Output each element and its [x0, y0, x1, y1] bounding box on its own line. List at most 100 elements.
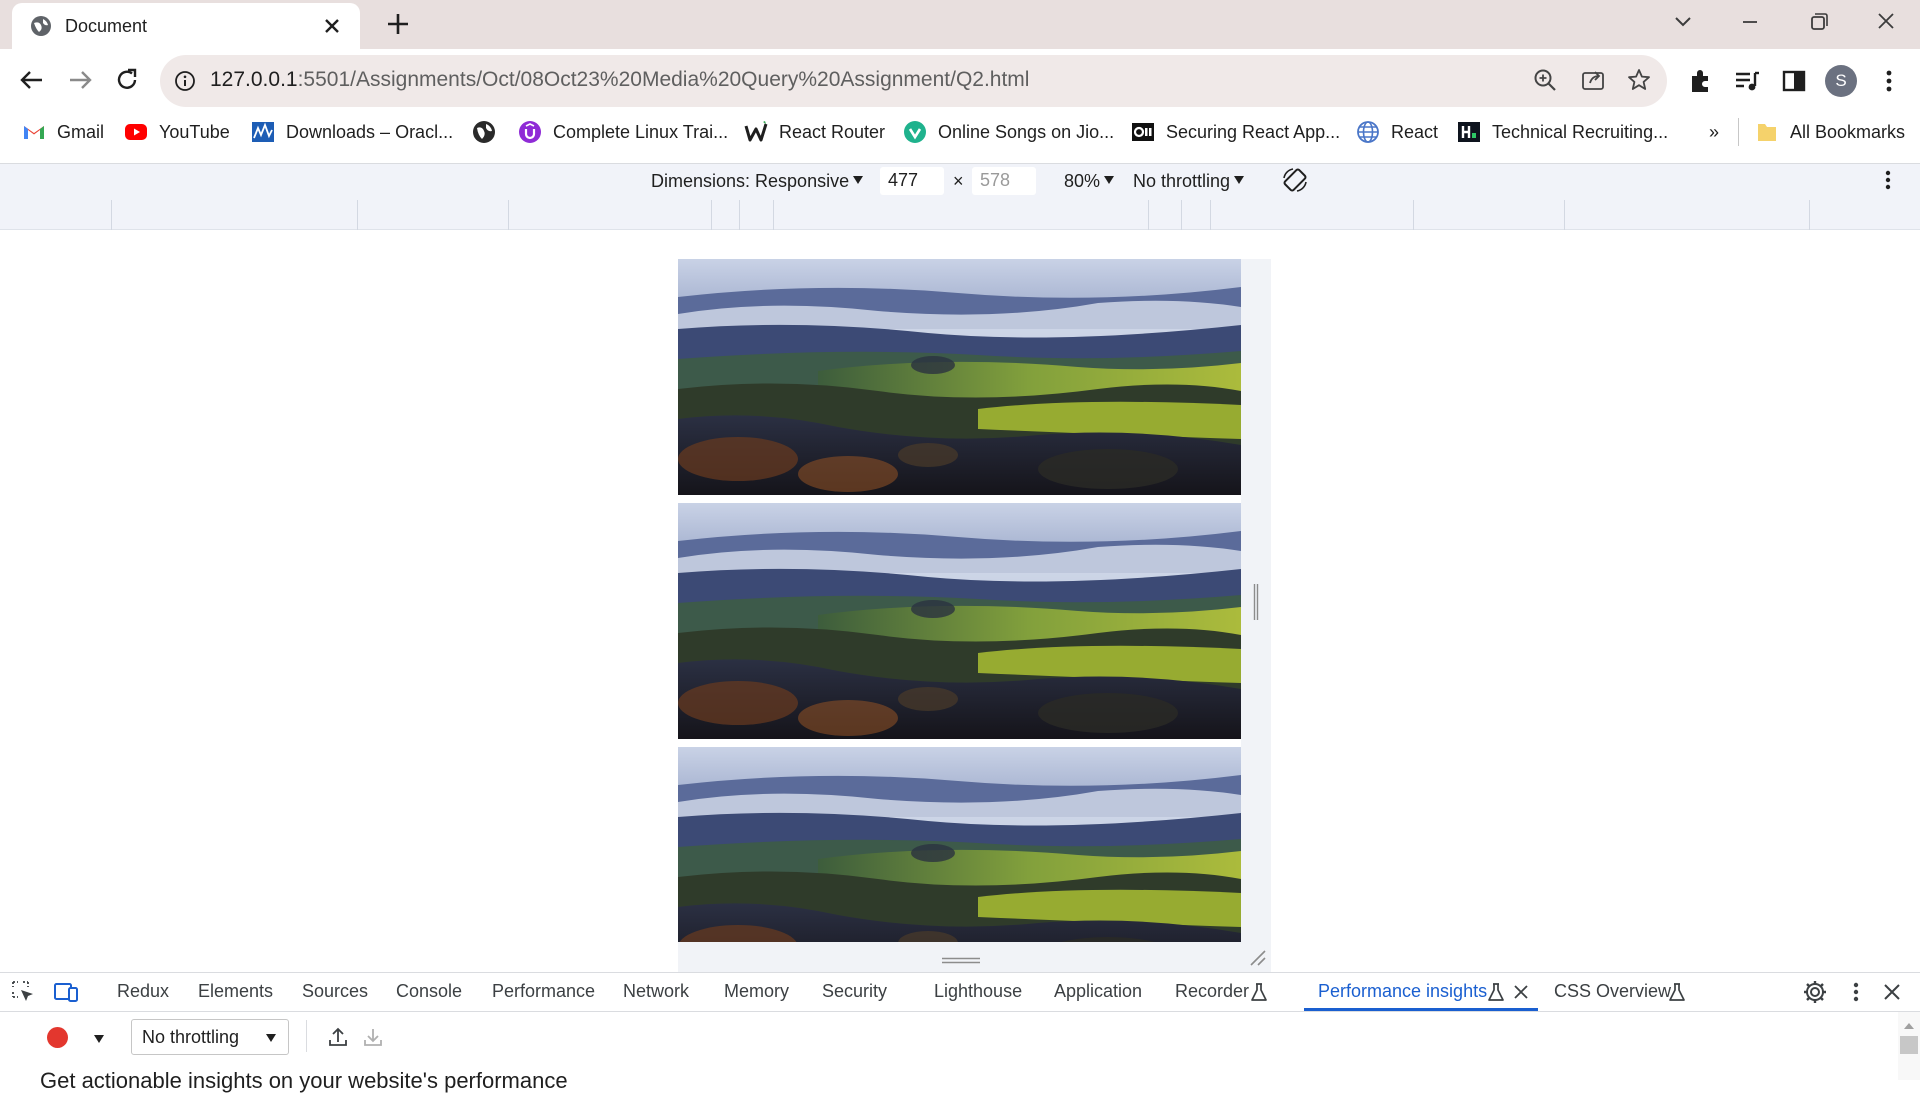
- devtools-tab-redux[interactable]: Redux: [117, 981, 169, 1002]
- ruler-tick: [1564, 200, 1565, 230]
- close-window-icon[interactable]: [1868, 8, 1904, 36]
- all-bookmarks-label: All Bookmarks: [1790, 121, 1906, 142]
- insights-intro-text: Get actionable insights on your website'…: [40, 1068, 568, 1093]
- dimensions-dropdown[interactable]: Dimensions: Responsive: [651, 171, 864, 192]
- resize-handle-bottom[interactable]: [942, 952, 980, 964]
- record-button[interactable]: [47, 1027, 68, 1048]
- close-devtools-icon[interactable]: [1879, 979, 1905, 1005]
- browser-tab-document[interactable]: Document: [12, 3, 360, 49]
- record-options-icon[interactable]: [92, 1032, 106, 1044]
- scroll-up-icon[interactable]: [1902, 1018, 1916, 1029]
- close-icon[interactable]: [320, 14, 344, 38]
- bookmark-securing-react[interactable]: Securing React App...: [1131, 118, 1340, 146]
- media-query-ruler[interactable]: [0, 200, 1920, 230]
- caret-down-icon: [1234, 176, 1245, 184]
- bookmarks-overflow-button[interactable]: »: [1709, 118, 1719, 146]
- close-tab-icon[interactable]: [1512, 983, 1530, 1001]
- height-input[interactable]: 578: [972, 167, 1036, 195]
- zoom-icon[interactable]: [1532, 67, 1558, 93]
- oracle-icon: [251, 120, 275, 144]
- devtools-tab-performance-insights[interactable]: Performance insights: [1318, 981, 1487, 1002]
- new-tab-button[interactable]: [384, 10, 412, 38]
- device-more-icon[interactable]: [1874, 166, 1902, 194]
- width-input[interactable]: 477: [880, 167, 944, 195]
- scrollbar-thumb[interactable]: [1900, 1036, 1918, 1054]
- minimize-icon[interactable]: [1732, 8, 1768, 36]
- caret-down-icon: [853, 176, 864, 184]
- devtools-more-icon[interactable]: [1843, 979, 1869, 1005]
- star-icon[interactable]: [1626, 67, 1652, 93]
- ruler-tick: [1210, 200, 1211, 230]
- bookmark-youtube[interactable]: YouTube: [124, 118, 230, 146]
- forward-icon[interactable]: [66, 66, 94, 94]
- extensions-icon[interactable]: [1686, 67, 1714, 95]
- settings-gear-icon[interactable]: [1802, 979, 1828, 1005]
- url-host: 127.0.0.1: [210, 68, 298, 91]
- upload-icon[interactable]: [326, 1025, 350, 1049]
- bookmark-gmail[interactable]: Gmail: [22, 118, 104, 146]
- globe-icon: [1356, 120, 1380, 144]
- bookmark-jiosaavn[interactable]: Online Songs on Jio...: [903, 118, 1114, 146]
- bookmark-label: React Router: [779, 121, 886, 142]
- devtools-tab-console[interactable]: Console: [396, 981, 462, 1002]
- profile-avatar[interactable]: S: [1825, 65, 1857, 97]
- devtools-tab-recorder[interactable]: Recorder: [1175, 981, 1249, 1002]
- inspect-element-icon[interactable]: [10, 979, 36, 1005]
- devtools-tab-sources[interactable]: Sources: [302, 981, 368, 1002]
- resize-corner-icon[interactable]: [1247, 947, 1267, 967]
- devtools-tab-application[interactable]: Application: [1054, 981, 1142, 1002]
- oauth-icon: [1131, 120, 1155, 144]
- jiosaavn-icon: [903, 120, 927, 144]
- bookmark-react-router[interactable]: React Router: [744, 118, 885, 146]
- more-menu-icon[interactable]: [1875, 67, 1903, 95]
- site-info-icon[interactable]: [174, 70, 196, 92]
- ruler-tick: [739, 200, 740, 230]
- ruler-tick: [1181, 200, 1182, 230]
- bookmark-oracle-downloads[interactable]: Downloads – Oracl...: [251, 118, 453, 146]
- hackerrank-icon: [1457, 120, 1481, 144]
- devtools-tab-css-overview[interactable]: CSS Overview: [1554, 981, 1671, 1002]
- w-icon: [744, 120, 768, 144]
- throttling-select[interactable]: No throttling: [131, 1019, 289, 1055]
- bookmark-label: Gmail: [57, 121, 105, 142]
- tab-search-icon[interactable]: [1665, 8, 1701, 36]
- url-text[interactable]: 127.0.0.1:5501/Assignments/Oct/08Oct23%2…: [210, 68, 1029, 92]
- all-bookmarks-folder[interactable]: All Bookmarks: [1755, 118, 1905, 146]
- ruler-tick: [508, 200, 509, 230]
- devtools-tab-performance[interactable]: Performance: [492, 981, 595, 1002]
- devtools-tab-network[interactable]: Network: [623, 981, 689, 1002]
- restore-icon[interactable]: [1800, 8, 1836, 36]
- tab-label: CSS Overview: [1554, 981, 1672, 1001]
- reload-icon[interactable]: [113, 66, 141, 94]
- bookmark-technical-recruiting[interactable]: Technical Recruiting...: [1457, 118, 1668, 146]
- devtools-tab-memory[interactable]: Memory: [724, 981, 789, 1002]
- experiment-flask-icon: [1667, 982, 1687, 1002]
- bookmark-globe[interactable]: [472, 118, 507, 146]
- devtools-tab-elements[interactable]: Elements: [198, 981, 273, 1002]
- toolbar-divider: [306, 1020, 307, 1052]
- bookmark-react[interactable]: React: [1356, 118, 1438, 146]
- throttling-dropdown[interactable]: No throttling: [1133, 171, 1245, 192]
- device-toggle-icon[interactable]: [53, 979, 79, 1005]
- ruler-tick: [1809, 200, 1810, 230]
- media-controls-icon[interactable]: [1733, 67, 1761, 95]
- share-icon[interactable]: [1580, 67, 1606, 93]
- caret-down-icon: [266, 1034, 276, 1042]
- landscape-image-1: [678, 259, 1241, 495]
- udemy-icon: [518, 120, 542, 144]
- bookmark-label: YouTube: [159, 121, 230, 142]
- devtools-tab-security[interactable]: Security: [822, 981, 887, 1002]
- devtools-tab-lighthouse[interactable]: Lighthouse: [934, 981, 1022, 1002]
- youtube-icon: [124, 120, 148, 144]
- download-icon[interactable]: [361, 1025, 385, 1049]
- active-tab-indicator: [1304, 1008, 1538, 1011]
- side-panel-icon[interactable]: [1780, 67, 1808, 95]
- select-value: No throttling: [142, 1027, 240, 1047]
- back-icon[interactable]: [18, 66, 46, 94]
- bookmark-linux-training[interactable]: Complete Linux Trai...: [518, 118, 728, 146]
- resize-handle-right[interactable]: [1253, 584, 1259, 620]
- rotate-icon[interactable]: [1281, 166, 1309, 194]
- caret-down-icon: [1104, 176, 1115, 184]
- zoom-dropdown[interactable]: 80%: [1064, 171, 1115, 192]
- bookmark-label: Online Songs on Jio...: [938, 121, 1115, 142]
